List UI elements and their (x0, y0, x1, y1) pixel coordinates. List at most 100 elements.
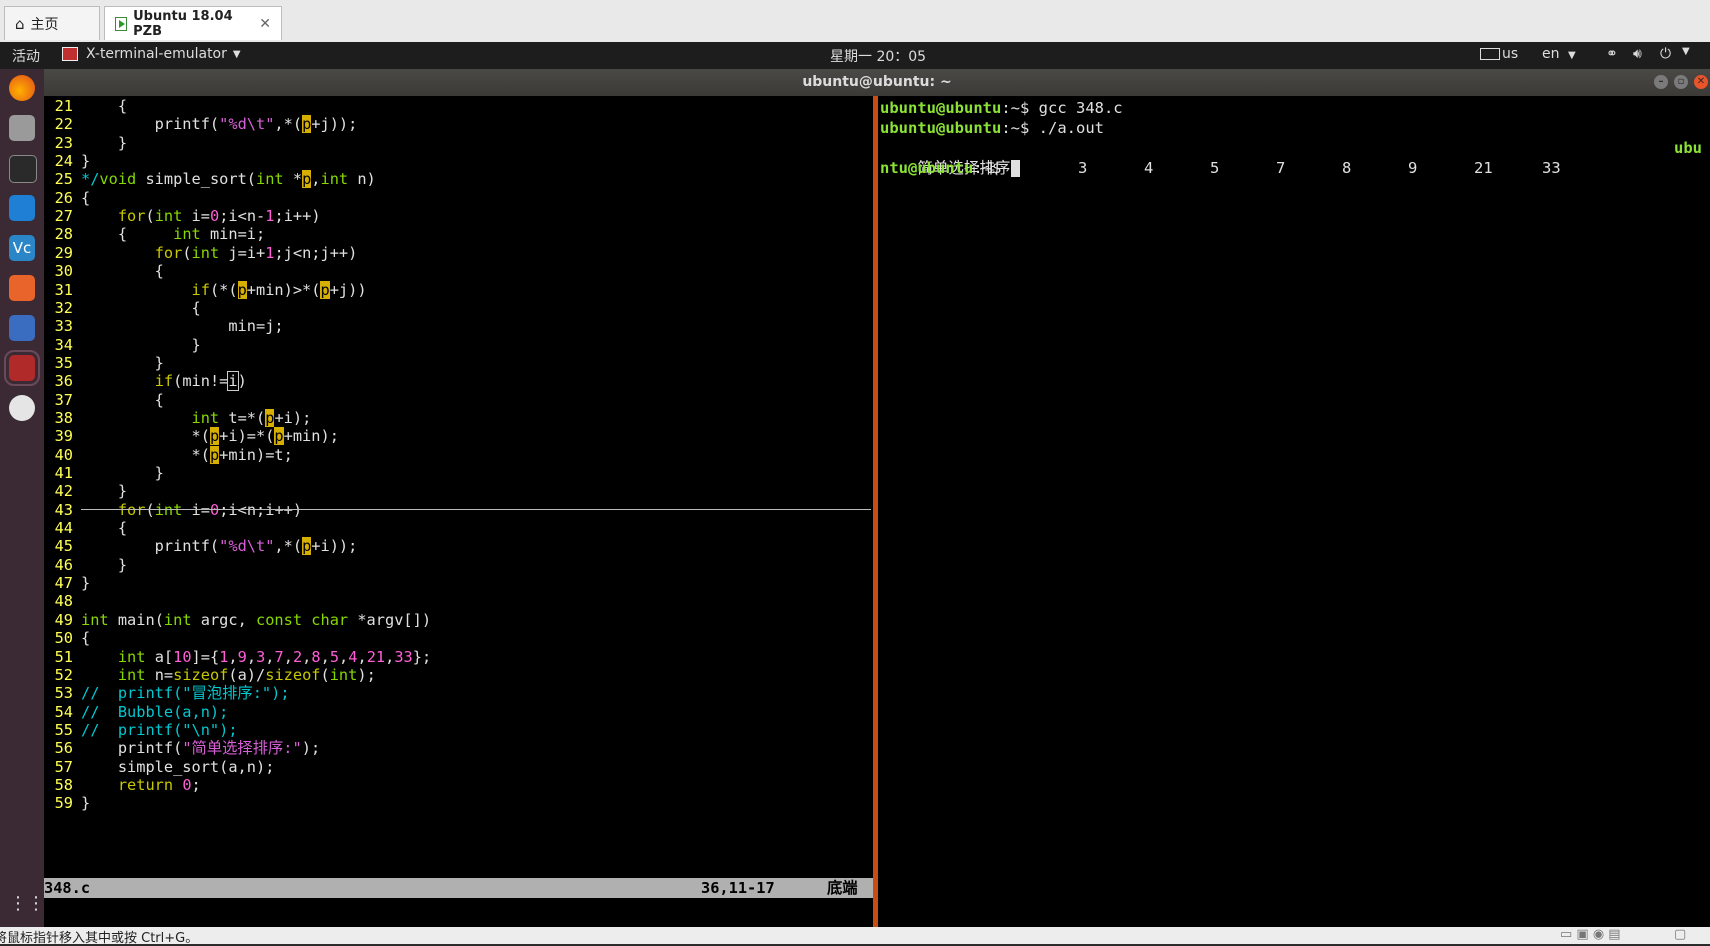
settings-tools-icon[interactable] (9, 315, 35, 341)
vscode-icon[interactable] (9, 195, 35, 221)
language-menu[interactable]: en ▼ (1542, 46, 1576, 62)
line-number: 35 (54, 353, 73, 372)
code-line: 36 if(min!=i) (44, 371, 247, 392)
code-line: 57 simple_sort(a,n); (44, 757, 275, 777)
line-number: 33 (54, 317, 73, 336)
code-line: 37 { (44, 390, 164, 410)
line-number: 26 (54, 188, 73, 207)
line-number: 47 (54, 574, 73, 593)
top-panel: 活动 X-terminal-emulator ▼ 星期一 20：05 us en… (0, 42, 1710, 69)
code-line: 26{ (44, 188, 91, 208)
line-number: 38 (54, 408, 73, 427)
line-number: 28 (54, 225, 73, 244)
code-line: 34 } (44, 335, 201, 355)
output-value: 8 (1342, 159, 1352, 177)
clock[interactable]: 星期一 20：05 (830, 46, 926, 66)
vim-editor[interactable]: 21 {22 printf("%d\t",*(p+j)); 23 } 24} 25 */… (44, 96, 873, 927)
terminal-icon[interactable] (9, 155, 37, 183)
tab-home-label: 主页 (30, 16, 59, 33)
minimize-button[interactable]: – (1654, 75, 1668, 89)
files-icon[interactable] (9, 115, 35, 141)
status-hint: 将鼠标指针移入其中或按 Ctrl+G。 (0, 931, 199, 946)
code-line: 44 { (44, 518, 127, 538)
line-number: 56 (54, 739, 73, 758)
code-line: 40 *(p+min)=t; (44, 445, 293, 465)
line-number: 57 (54, 757, 73, 776)
tab-ubuntu-vm[interactable]: Ubuntu 18.04 PZB ✕ (104, 6, 282, 40)
keyboard-icon (1480, 48, 1500, 60)
line-number: 41 (54, 464, 73, 482)
line-number: 22 (54, 115, 73, 134)
line-number: 21 (54, 97, 73, 115)
app-menu-label: X-terminal-emulator (86, 46, 227, 62)
vim-statusline: 348.c 36,11-17 底端 (44, 878, 873, 898)
code-line: 35 } (44, 353, 164, 373)
vm-status-bar: 将鼠标指针移入其中或按 Ctrl+G。 ▭ ▣ ◉ ▤ ▢ (0, 927, 1710, 946)
code-line: 59} (44, 793, 91, 813)
activities-button[interactable]: 活动 (12, 46, 40, 66)
code-line: 46 } (44, 555, 127, 575)
line-number: 30 (54, 262, 73, 281)
fullscreen-icon[interactable]: ▢ (1674, 927, 1686, 942)
line-number: 44 (54, 519, 73, 538)
code-line: 49 int main(int argc, const char *argv[]) (44, 610, 431, 630)
keyboard-indicator[interactable]: us (1480, 46, 1518, 62)
code-line: 31 if(*(p+min)>*(p+j)) (44, 280, 367, 300)
code-line: 54// Bubble(a,n); (44, 702, 229, 722)
line-number: 24 (54, 152, 73, 171)
language-label: en (1542, 46, 1560, 62)
power-icon[interactable]: ⏻ (1660, 46, 1671, 62)
code-line: 47} (44, 573, 91, 593)
code-line: 29 for(int j=i+1;j<n;j++) (44, 243, 358, 263)
line-number: 45 (54, 537, 73, 556)
vm-tab-bar: ⌂ 主页 Ubuntu 18.04 PZB ✕ (0, 0, 1710, 43)
line-number: 42 (54, 482, 73, 501)
code-line: 25 */void simple_sort(int *p,int n) (44, 169, 376, 189)
app-menu[interactable]: X-terminal-emulator ▼ (62, 46, 241, 62)
code-line: 41 } (44, 463, 164, 483)
dock: Vc ⋮⋮⋮ (0, 69, 63, 927)
window-titlebar[interactable]: ubuntu@ubuntu: ~ – ▫ ✕ (44, 69, 1710, 96)
status-position: 36,11-17 (701, 879, 775, 897)
device-icons[interactable]: ▭ ▣ ◉ ▤ (1560, 927, 1621, 942)
line-number: 29 (54, 243, 73, 262)
maximize-button[interactable]: ▫ (1674, 75, 1688, 89)
line-number: 52 (54, 665, 73, 684)
code-line: 21 { (44, 96, 127, 116)
line-number: 40 (54, 445, 73, 464)
code-line: 48 (44, 591, 81, 611)
output-value: 7 (1276, 159, 1286, 177)
x-terminal-icon[interactable] (4, 350, 40, 386)
tab-ubuntu-label: Ubuntu 18.04 PZB (133, 8, 233, 39)
vc-icon[interactable]: Vc (9, 235, 35, 261)
close-icon[interactable]: ✕ (259, 16, 271, 32)
line-number: 32 (54, 298, 73, 317)
chevron-down-icon[interactable]: ▼ (1682, 46, 1690, 57)
line-number: 36 (54, 372, 73, 391)
close-button[interactable]: ✕ (1694, 75, 1708, 89)
code-line: 30 { (44, 261, 164, 281)
line-number: 54 (54, 702, 73, 721)
vm-play-icon (115, 16, 128, 31)
tab-home[interactable]: ⌂ 主页 (4, 6, 100, 40)
line-number: 34 (54, 335, 73, 354)
cursor-line (81, 509, 871, 510)
terminal-pane[interactable]: ubuntu@ubuntu:~$ gcc 348.c ubuntu@ubuntu… (878, 96, 1710, 927)
volume-icon[interactable]: 🔊︎ (1633, 46, 1642, 62)
code-line: 51 int a[10]={1,9,3,7,2,8,5,4,21,33}; (44, 647, 432, 667)
line-number: 39 (54, 427, 73, 446)
line-number: 51 (54, 647, 73, 666)
network-icon[interactable]: ⚭ (1606, 46, 1618, 62)
line-number: 50 (54, 629, 73, 648)
app-grid-icon[interactable]: ⋮⋮⋮ (9, 891, 63, 917)
code-line: 32 { (44, 298, 201, 318)
software-center-icon[interactable] (9, 275, 35, 301)
wrapped-prompt-head: ubu (1674, 139, 1702, 157)
line-number: 48 (54, 592, 73, 611)
firefox-icon[interactable] (9, 75, 35, 101)
code-line: 55// printf("\n"); (44, 720, 238, 740)
update-icon[interactable] (9, 395, 35, 421)
code-line: 23 } (44, 133, 127, 153)
code-line: 28 { int min=i; (44, 224, 266, 244)
code-line: 27 for(int i=0;i<n-1;i++) (44, 206, 321, 226)
